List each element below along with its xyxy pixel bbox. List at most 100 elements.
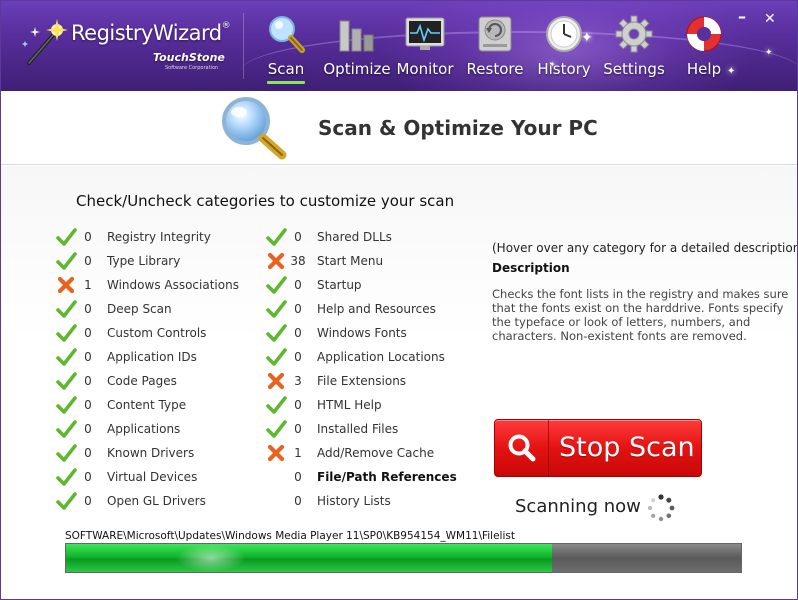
checkmark-icon[interactable]	[265, 394, 287, 416]
category-name: Applications	[107, 422, 181, 436]
category-name: Code Pages	[107, 374, 177, 388]
cross-icon[interactable]	[55, 274, 77, 296]
category-name: HTML Help	[317, 398, 382, 412]
checkmark-icon[interactable]	[55, 298, 77, 320]
nav-history[interactable]: History	[535, 11, 593, 87]
category-count: 0	[84, 422, 92, 436]
nav-optimize[interactable]: Optimize	[322, 11, 392, 87]
clock-icon	[546, 16, 582, 52]
category-name: Help and Resources	[317, 302, 436, 316]
checkmark-icon[interactable]	[55, 322, 77, 344]
checkmark-icon[interactable]	[55, 226, 77, 248]
category-name: Registry Integrity	[107, 230, 211, 244]
category-name: Type Library	[107, 254, 181, 268]
category-count: 0	[294, 302, 302, 316]
category-name: Deep Scan	[107, 302, 172, 316]
stop-scan-label: Stop Scan	[559, 432, 695, 463]
minimize-button[interactable]: –	[738, 9, 746, 25]
description-text: Checks the font lists in the registry an…	[492, 287, 789, 343]
category-name: Windows Fonts	[317, 326, 407, 340]
checkmark-icon[interactable]	[265, 346, 287, 368]
checkmark-icon[interactable]	[55, 442, 77, 464]
close-button[interactable]: ✕	[764, 12, 776, 26]
scan-instructions: Check/Uncheck categories to customize yo…	[76, 192, 455, 210]
app-logo: RegistryWizard® TouchStone Software Corp…	[15, 15, 245, 75]
category-name: File Extensions	[317, 374, 407, 388]
nav-monitor[interactable]: Monitor	[395, 11, 455, 87]
description-panel: (Hover over any category for a detailed …	[492, 241, 798, 343]
category-name: Startup	[317, 278, 362, 292]
category-name: Shared DLLs	[317, 230, 392, 244]
nav-settings[interactable]: Settings	[601, 11, 667, 87]
category-name: History Lists	[317, 494, 391, 508]
checkmark-icon[interactable]	[55, 490, 77, 512]
checkmark-icon[interactable]	[265, 418, 287, 440]
category-name: Custom Controls	[107, 326, 207, 340]
scan-progress-bar	[65, 543, 742, 573]
description-title: Description	[492, 261, 570, 275]
checkmark-icon[interactable]	[55, 418, 77, 440]
brand-name: RegistryWizard®	[71, 21, 231, 45]
category-name: Windows Associations	[107, 278, 239, 292]
checkmark-icon[interactable]	[265, 298, 287, 320]
cross-icon[interactable]	[265, 250, 287, 272]
cross-icon[interactable]	[265, 442, 287, 464]
sparkle-icon: ✦	[727, 66, 736, 77]
category-count: 0	[84, 374, 92, 388]
nav-help[interactable]: Help	[681, 11, 727, 87]
category-name: File/Path References	[317, 470, 457, 484]
lifebuoy-icon	[686, 16, 722, 52]
category-count: 1	[294, 446, 302, 460]
gear-icon	[615, 15, 653, 53]
scan-status: Scanning now	[515, 496, 641, 517]
category-name: Installed Files	[317, 422, 399, 436]
page-header: Scan & Optimize Your PC	[1, 91, 797, 165]
category-count: 0	[84, 230, 92, 244]
category-count: 0	[294, 230, 302, 244]
nav-restore[interactable]: Restore	[463, 11, 527, 87]
stop-scan-button[interactable]: Stop Scan	[494, 419, 702, 477]
app-window: ✦ ✦ ✦ ✦ RegistryWizard® TouchStone Softw…	[0, 0, 798, 600]
category-name: Virtual Devices	[107, 470, 198, 484]
category-count: 0	[294, 326, 302, 340]
magic-wand-icon	[22, 19, 68, 65]
category-count: 0	[294, 494, 302, 508]
nav-scan[interactable]: Scan	[261, 11, 311, 87]
category-name: Known Drivers	[107, 446, 195, 460]
checkmark-icon[interactable]	[55, 346, 77, 368]
category-count: 0	[294, 422, 302, 436]
checkmark-icon[interactable]	[265, 322, 287, 344]
vendor-tagline: Software Corporation	[165, 65, 219, 71]
checkmark-icon[interactable]	[55, 466, 77, 488]
category-count: 0	[84, 470, 92, 484]
vendor-name: TouchStone	[153, 51, 225, 64]
magnifier-icon	[222, 97, 287, 160]
category-name: Open GL Drivers	[107, 494, 206, 508]
checkmark-icon[interactable]	[55, 250, 77, 272]
category-name: Start Menu	[317, 254, 384, 268]
checkmark-icon[interactable]	[265, 226, 287, 248]
scan-panel: Check/Uncheck categories to customize yo…	[1, 166, 797, 599]
category-name: Application Locations	[317, 350, 445, 364]
checkmark-icon[interactable]	[55, 394, 77, 416]
bar-chart-icon	[339, 20, 374, 52]
category-count: 0	[294, 398, 302, 412]
category-count: 0	[84, 398, 92, 412]
category-count: 0	[84, 350, 92, 364]
scan-progress-fill	[66, 544, 552, 572]
checkmark-icon[interactable]	[265, 274, 287, 296]
description-hint: (Hover over any category for a detailed …	[492, 241, 798, 255]
category-count: 0	[294, 470, 302, 484]
loading-spinner-icon	[648, 494, 675, 522]
category-count: 0	[84, 446, 92, 460]
category-name: Add/Remove Cache	[317, 446, 435, 460]
category-name: Application IDs	[107, 350, 197, 364]
header-bar: ✦ ✦ ✦ ✦ RegistryWizard® TouchStone Softw…	[1, 1, 797, 91]
category-count: 0	[84, 494, 92, 508]
category-count: 0	[84, 326, 92, 340]
checkmark-icon[interactable]	[55, 370, 77, 392]
category-count: 1	[84, 278, 92, 292]
cross-icon[interactable]	[265, 370, 287, 392]
current-scan-path: SOFTWARE\Microsoft\Updates\Windows Media…	[65, 530, 515, 542]
category-count: 0	[84, 302, 92, 316]
